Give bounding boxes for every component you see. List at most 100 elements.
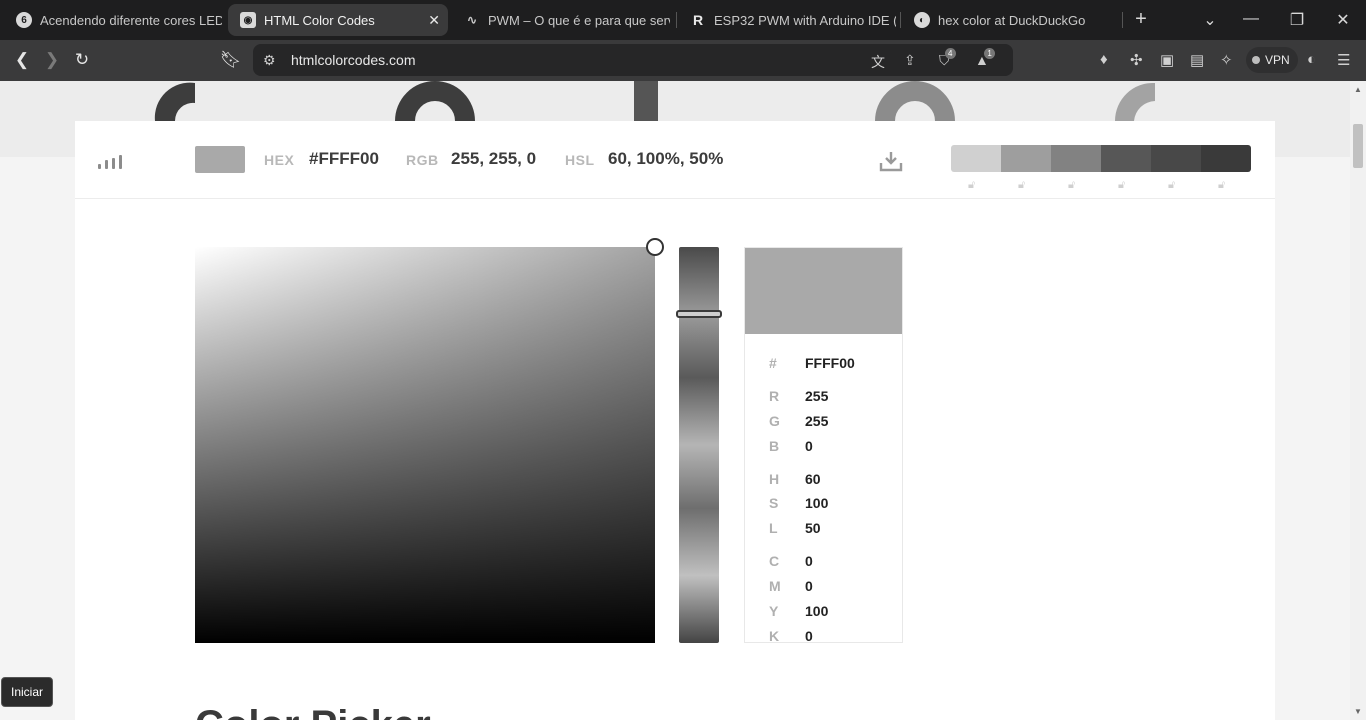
lightness-input[interactable]: 50 [805,520,821,536]
tab-duckduckgo[interactable]: ◐ hex color at DuckDuckGo [902,4,1120,36]
page-scrollbar[interactable]: ▲ ▼ [1350,81,1366,720]
decorative-shape [1115,82,1155,121]
tab-title: HTML Color Codes [264,12,375,28]
color-picker-card: HEX # FFFF00 RGB 255, 255, 0 HSL 60, 100%… [75,121,1275,720]
cyan-input[interactable]: 0 [805,553,813,569]
translate-icon[interactable]: 文 [871,52,885,72]
lock-icon[interactable]: 🔓︎ [1218,179,1225,192]
scroll-down-icon[interactable]: ▼ [1354,707,1362,716]
red-row: R 255 [769,388,828,404]
hex-value[interactable]: #FFFF00 [309,149,379,169]
scroll-up-icon[interactable]: ▲ [1354,85,1362,94]
blue-row: B0 [769,438,813,454]
yellow-label: Y [769,603,779,619]
sidebar-toggle-icon[interactable]: ▣ [1160,51,1174,69]
shields-badge: 4 [945,48,956,59]
key-black-label: K [769,628,780,644]
decorative-bar [634,81,658,121]
hue-slider[interactable] [679,247,719,643]
hash-label: # [769,355,777,371]
vpn-label: VPN [1265,53,1290,67]
hsl-value[interactable]: 60, 100%, 50% [608,149,723,169]
hue-slider-handle[interactable] [676,310,722,318]
hsl-label: HSL [565,152,595,168]
color-info-bar: HEX #FFFF00 RGB 255, 255, 0 HSL 60, 100%… [75,121,1275,199]
current-color-swatch[interactable] [195,146,245,173]
decorative-ring [875,81,955,121]
minimize-icon[interactable]: — [1241,10,1261,28]
address-bar[interactable]: ⚙︎ htmlcolorcodes.com 文 ⇪ ⛉ 4 ▲ 1 [253,44,1013,76]
lock-icon[interactable]: 🔓︎ [1168,179,1175,192]
tab-pwm[interactable]: ∿ PWM – O que é e para que serve [452,4,670,36]
tab-title: hex color at DuckDuckGo [938,12,1086,28]
hex-input[interactable]: FFFF00 [805,355,855,371]
lock-icon[interactable]: 🔓︎ [1018,179,1025,192]
blue-input[interactable]: 0 [805,438,813,454]
leo-ai-icon[interactable]: ♦ [1100,51,1108,68]
lock-icon[interactable]: 🔓︎ [1118,179,1125,192]
color-palette [951,145,1251,172]
htmlcolorcodes-icon: ◉ [240,12,256,28]
signal-bars-icon[interactable] [98,153,124,169]
key-black-input[interactable]: 0 [805,628,813,644]
scrollbar-thumb[interactable] [1353,124,1363,168]
brave-shields-icon[interactable]: ⛉ 4 [939,48,956,69]
green-input[interactable]: 255 [805,413,828,429]
close-tab-icon[interactable]: ✕ [428,12,440,29]
url-text[interactable]: htmlcolorcodes.com [291,52,416,68]
tab-acendendo[interactable]: 6 Acendendo diferente cores LED R [4,4,222,36]
key-black-row: K0 [769,628,813,644]
green-row: G 255 [769,413,828,429]
wave-icon: ∿ [466,13,478,27]
close-window-icon[interactable]: ✕ [1333,10,1353,30]
yellow-input[interactable]: 100 [805,603,828,619]
sparkle-ai-icon[interactable]: ✧ [1220,51,1233,69]
hex-row: # FFFF00 [769,355,855,371]
magenta-label: M [769,578,781,594]
tab-divider [900,12,901,28]
restore-icon[interactable]: ❐ [1287,10,1307,30]
tab-html-color-codes[interactable]: ◉ HTML Color Codes ✕ [228,4,448,36]
saturation-input[interactable]: 100 [805,495,828,511]
rewards-triangle-icon[interactable]: ▲ 1 [975,48,995,68]
new-tab-plus-icon[interactable]: + [1131,8,1151,31]
palette-swatch[interactable] [1151,145,1201,172]
wallet-icon[interactable]: ▤ [1190,51,1204,69]
magenta-input[interactable]: 0 [805,578,813,594]
lock-icon[interactable]: 🔓︎ [1068,179,1075,192]
palette-swatch[interactable] [951,145,1001,172]
saturation-label: S [769,495,779,511]
site-settings-icon[interactable]: ⚙︎ [263,52,276,69]
forward-arrow-icon[interactable]: ❯ [42,50,62,70]
hue-row: H 60 [769,471,821,487]
cyan-label: C [769,553,780,569]
decorative-shape [154,82,195,121]
back-arrow-icon[interactable]: ❮ [12,50,32,70]
vpn-button[interactable]: VPN [1246,47,1298,73]
palette-swatch[interactable] [1001,145,1051,172]
palette-swatch[interactable] [1201,145,1251,172]
red-input[interactable]: 255 [805,388,828,404]
tab-search-chevron-icon[interactable]: ⌄ [1200,10,1220,30]
rgb-label: RGB [406,152,439,168]
tab-title: PWM – O que é e para que serve [488,12,670,28]
start-button[interactable]: Iniciar [1,677,54,707]
palette-swatch[interactable] [1101,145,1151,172]
tab-title: ESP32 PWM with Arduino IDE (Ar [714,12,896,28]
lock-icon[interactable]: 🔓︎ [968,179,975,192]
reload-icon[interactable]: ↻ [72,50,92,70]
tab-esp32[interactable]: R ESP32 PWM with Arduino IDE (Ar [678,4,896,36]
download-icon[interactable] [879,150,903,172]
magenta-row: M0 [769,578,813,594]
saturation-handle[interactable] [646,238,664,256]
bookmark-icon[interactable]: 🔖︎ [220,50,242,70]
dark-mode-icon[interactable]: ◐ [1307,51,1316,68]
hue-input[interactable]: 60 [805,471,821,487]
extensions-puzzle-icon[interactable]: ✣ [1130,51,1143,69]
lightness-row: L 50 [769,520,821,536]
menu-hamburger-icon[interactable]: ☰ [1337,51,1350,69]
saturation-value-area[interactable] [195,247,655,643]
share-icon[interactable]: ⇪ [904,52,916,69]
rgb-value[interactable]: 255, 255, 0 [451,149,536,169]
palette-swatch[interactable] [1051,145,1101,172]
